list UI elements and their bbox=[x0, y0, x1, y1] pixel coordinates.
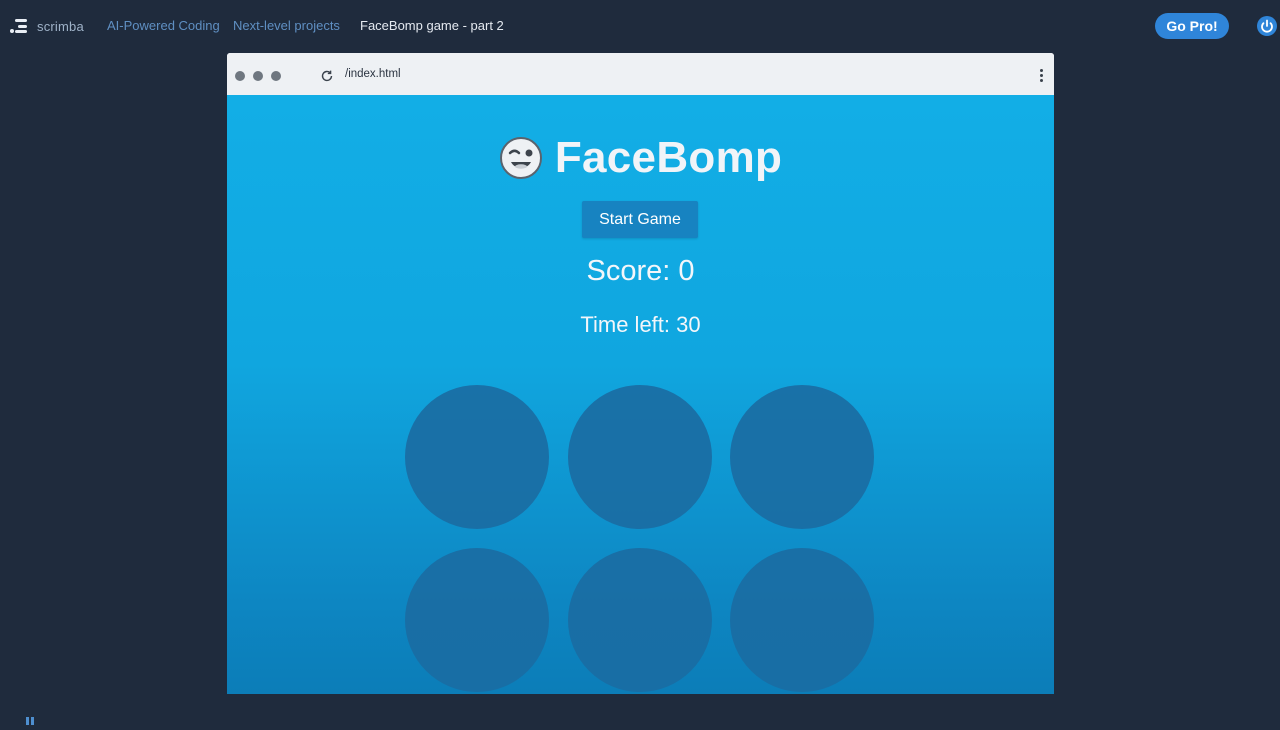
score-display: Score: 0 bbox=[586, 255, 695, 287]
browser-preview-window: /index.html FaceBomp Start Game Score: 0… bbox=[227, 53, 1054, 694]
hole-3[interactable] bbox=[730, 385, 874, 529]
hole-4[interactable] bbox=[405, 548, 549, 692]
url-bar[interactable]: /index.html bbox=[345, 68, 401, 80]
more-options-icon[interactable] bbox=[1040, 69, 1044, 83]
hole-2[interactable] bbox=[568, 385, 712, 529]
hole-1[interactable] bbox=[405, 385, 549, 529]
hole-5[interactable] bbox=[568, 548, 712, 692]
breadcrumb-lesson: FaceBomp game - part 2 bbox=[360, 18, 504, 33]
game-page: FaceBomp Start Game Score: 0 Time left: … bbox=[227, 95, 1054, 694]
scrimba-logo-icon bbox=[9, 16, 29, 36]
game-title: FaceBomp bbox=[554, 133, 783, 182]
browser-toolbar: /index.html bbox=[227, 53, 1054, 96]
game-header: FaceBomp bbox=[227, 133, 1054, 183]
brand-name: scrimba bbox=[37, 18, 84, 34]
time-left-display: Time left: 30 bbox=[580, 312, 701, 337]
window-minimize-dot-icon[interactable] bbox=[253, 71, 263, 81]
top-navigation-bar: scrimba AI-Powered Coding Next-level pro… bbox=[0, 0, 1280, 52]
hole-6[interactable] bbox=[730, 548, 874, 692]
window-close-dot-icon[interactable] bbox=[235, 71, 245, 81]
scrimba-logo[interactable]: scrimba bbox=[9, 16, 84, 36]
go-pro-button[interactable]: Go Pro! bbox=[1155, 13, 1229, 39]
pause-icon[interactable] bbox=[26, 712, 36, 725]
window-maximize-dot-icon[interactable] bbox=[271, 71, 281, 81]
reload-icon[interactable] bbox=[320, 69, 334, 83]
power-icon[interactable] bbox=[1256, 15, 1278, 37]
breadcrumb-course[interactable]: AI-Powered Coding bbox=[107, 18, 220, 33]
breadcrumb-module[interactable]: Next-level projects bbox=[233, 18, 340, 33]
start-game-button[interactable]: Start Game bbox=[582, 201, 698, 238]
smiling-face-icon bbox=[499, 137, 542, 179]
